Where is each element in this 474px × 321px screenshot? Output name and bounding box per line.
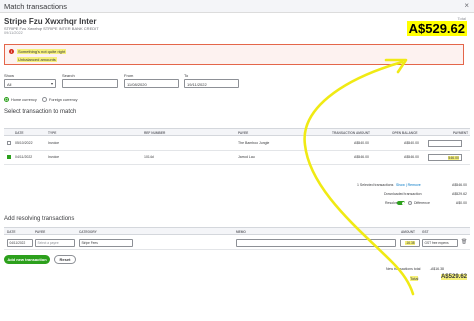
annotation-arrow [303, 58, 415, 296]
annotation-arrow-line [303, 60, 415, 296]
